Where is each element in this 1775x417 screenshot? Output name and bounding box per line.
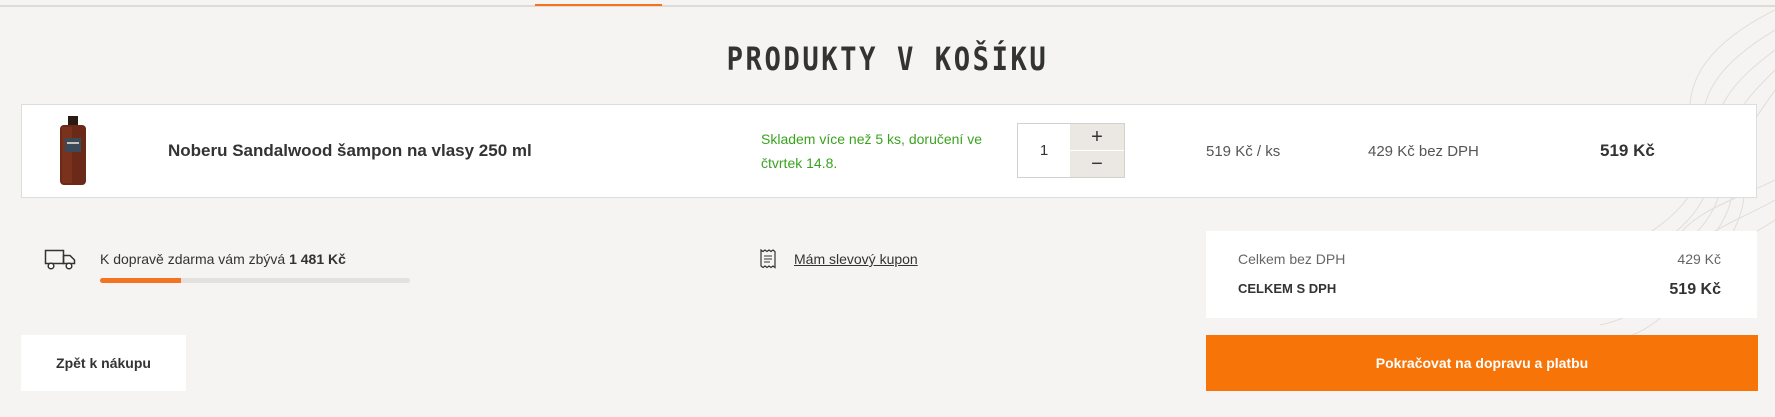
free-shipping-progress-bar [100, 278, 410, 283]
price-without-vat: 429 Kč bez DPH [1368, 143, 1479, 160]
progress-fill [100, 278, 181, 283]
tab-underline-bar [0, 4, 1775, 7]
free-shipping-text: K dopravě zdarma vám zbývá 1 481 Kč [100, 251, 346, 267]
coupon-icon [760, 249, 776, 269]
page-title: PRODUKTY V KOŠÍKU [726, 40, 1049, 78]
back-to-shopping-button[interactable]: Zpět k nákupu [21, 335, 186, 391]
total-with-vat-label: CELKEM S DPH [1238, 281, 1337, 296]
quantity-input[interactable]: 1 [1018, 124, 1070, 177]
free-shipping-label: K dopravě zdarma vám zbývá [100, 251, 286, 267]
cart-item-row: Noberu Sandalwood šampon na vlasy 250 ml… [21, 104, 1757, 198]
quantity-stepper: 1 + − [1017, 123, 1125, 178]
order-summary: Celkem bez DPH 429 Kč CELKEM S DPH 519 K… [1206, 231, 1757, 318]
decrease-quantity-button[interactable]: − [1070, 151, 1124, 177]
free-shipping-progress: K dopravě zdarma vám zbývá 1 481 Kč [44, 247, 424, 287]
product-name[interactable]: Noberu Sandalwood šampon na vlasy 250 ml [168, 141, 532, 161]
product-image[interactable] [57, 116, 89, 186]
total-without-vat-value: 429 Kč [1677, 251, 1721, 267]
continue-to-shipping-button[interactable]: Pokračovat na dopravu a platbu [1206, 335, 1758, 391]
total-without-vat-label: Celkem bez DPH [1238, 251, 1346, 267]
total-with-vat-value: 519 Kč [1669, 281, 1721, 298]
coupon-link[interactable]: Mám slevový kupon [794, 251, 918, 267]
free-shipping-remaining: 1 481 Kč [289, 251, 346, 267]
unit-price: 519 Kč / ks [1206, 143, 1281, 160]
active-tab-indicator [535, 4, 662, 6]
availability-text: Skladem více než 5 ks, doručení ve čtvrt… [761, 131, 982, 171]
item-total-price: 519 Kč [1600, 141, 1655, 160]
truck-icon [44, 249, 76, 270]
increase-quantity-button[interactable]: + [1070, 124, 1124, 150]
